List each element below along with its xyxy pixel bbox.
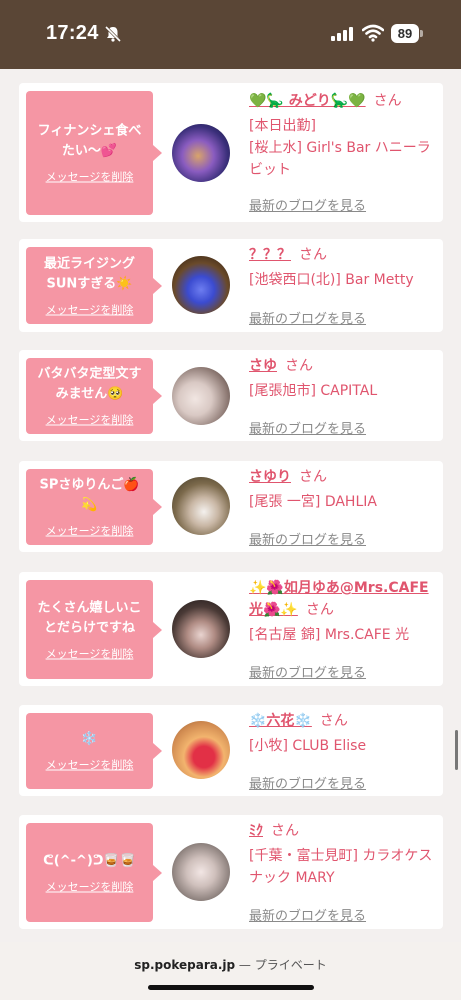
latest-blog-link[interactable]: 最新のブログを見る [249,529,366,548]
message-text: 最近ライジングSUNすぎる☀️ [43,256,135,291]
battery-icon: 89 [391,24,423,43]
avatar[interactable] [172,477,230,535]
message-card: ᕦ(^-^)ᕤ🥃🥃 メッセージを削除 ﾐｸ さん [千葉・富士見町] カラオケスナ… [19,815,443,929]
cast-name-link[interactable]: 💚🦕 みどり🦕💚 [249,93,366,109]
url-bar[interactable]: sp.pokepara.jp — プライベート [0,942,461,1000]
message-text: たくさん嬉しいことだらけですね [37,600,142,635]
honorific: さん [271,823,299,839]
honorific: さん [319,713,348,729]
url-separator: — [235,958,255,972]
avatar[interactable] [172,600,230,658]
bell-slash-icon [104,25,122,43]
message-text: ᕦ(^-^)ᕤ🥃🥃 [43,853,136,868]
avatar[interactable] [172,721,230,779]
avatar[interactable] [172,124,230,182]
message-bubble: SPさゆりんご🍎💫 メッセージを削除 [26,469,162,545]
latest-blog-link[interactable]: 最新のブログを見る [249,308,366,327]
delete-message-link[interactable]: メッセージを削除 [32,301,147,317]
cast-name-link[interactable]: ❄️六花❄️ [249,713,312,729]
shop-name: [小牧] CLUB Elise [249,738,367,754]
message-card: バタバタ定型文すみません🥺 メッセージを削除 さゆ さん [尾張旭市] CAPIT… [19,350,443,441]
delete-message-link[interactable]: メッセージを削除 [32,169,147,185]
shop-name: [桜上水] Girl's Bar ハニーラビット [249,140,431,178]
scrollbar-thumb[interactable] [455,730,458,770]
wifi-icon [362,24,384,42]
shop-name: [池袋西口(北)] Bar Metty [249,272,414,288]
latest-blog-link[interactable]: 最新のブログを見る [249,418,366,437]
message-bubble: ❄️ メッセージを削除 [26,713,162,789]
message-card: ❄️ メッセージを削除 ❄️六花❄️ さん [小牧] CLUB Elise 最新の… [19,705,443,796]
shop-name: [名古屋 錦] Mrs.CAFE 光 [249,627,410,643]
cast-name-link[interactable]: さゆ [249,358,277,374]
avatar[interactable] [172,367,230,425]
message-card: 最近ライジングSUNすぎる☀️ メッセージを削除 ？？？ さん [池袋西口(北)]… [19,239,443,332]
message-text: フィナンシェ食べたい〜💕 [37,123,142,159]
message-bubble: フィナンシェ食べたい〜💕 メッセージを削除 [26,91,162,215]
message-card: たくさん嬉しいことだらけですね メッセージを削除 ✨🌺如月ゆあ@Mrs.CAFE… [19,572,443,686]
cast-name-link[interactable]: ？？？ [249,247,291,263]
latest-blog-link[interactable]: 最新のブログを見る [249,195,366,214]
battery-tip [420,30,423,37]
message-bubble: たくさん嬉しいことだらけですね メッセージを削除 [26,580,162,679]
message-text: SPさゆりんご🍎💫 [39,477,140,513]
message-bubble: 最近ライジングSUNすぎる☀️ メッセージを削除 [26,247,162,324]
cast-name-link[interactable]: ﾐｸ [249,823,263,839]
latest-blog-link[interactable]: 最新のブログを見る [249,662,366,681]
message-bubble: バタバタ定型文すみません🥺 メッセージを削除 [26,358,162,434]
private-mode-label: プライベート [254,958,327,972]
home-indicator[interactable] [148,985,314,990]
cellular-signal-icon [331,27,353,41]
shop-name: [尾張旭市] CAPITAL [249,383,378,399]
honorific: さん [373,93,402,109]
delete-message-link[interactable]: メッセージを削除 [32,878,147,894]
latest-blog-link[interactable]: 最新のブログを見る [249,773,366,792]
shop-status: [本日出勤] [249,118,316,134]
battery-level: 89 [391,24,419,43]
honorific: さん [305,602,334,618]
delete-message-link[interactable]: メッセージを削除 [32,645,147,661]
delete-message-link[interactable]: メッセージを削除 [32,412,147,428]
avatar[interactable] [172,843,230,901]
avatar[interactable] [172,256,230,314]
honorific: さん [285,358,313,374]
latest-blog-link[interactable]: 最新のブログを見る [249,905,366,924]
message-card: SPさゆりんご🍎💫 メッセージを削除 さゆり さん [尾張 一宮] DAHLIA … [19,461,443,552]
cast-name-link[interactable]: さゆり [249,469,291,485]
status-time: 17:24 [46,22,99,44]
message-text: ❄️ [81,731,98,747]
delete-message-link[interactable]: メッセージを削除 [32,757,147,773]
honorific: さん [299,247,327,263]
status-bar: 17:24 89 [0,0,461,69]
shop-name: [尾張 一宮] DAHLIA [249,494,377,510]
shop-name: [千葉・富士見町] カラオケスナック MARY [249,848,433,886]
message-card: フィナンシェ食べたい〜💕 メッセージを削除 💚🦕 みどり🦕💚 さん [本日出勤] … [19,83,443,222]
message-text: バタバタ定型文すみません🥺 [37,366,142,402]
url-domain: sp.pokepara.jp [134,958,236,972]
honorific: さん [299,469,327,485]
cast-name-link[interactable]: ✨🌺如月ゆあ@Mrs.CAFE光🌺✨ [249,580,429,618]
delete-message-link[interactable]: メッセージを削除 [32,523,147,539]
message-bubble: ᕦ(^-^)ᕤ🥃🥃 メッセージを削除 [26,823,162,922]
